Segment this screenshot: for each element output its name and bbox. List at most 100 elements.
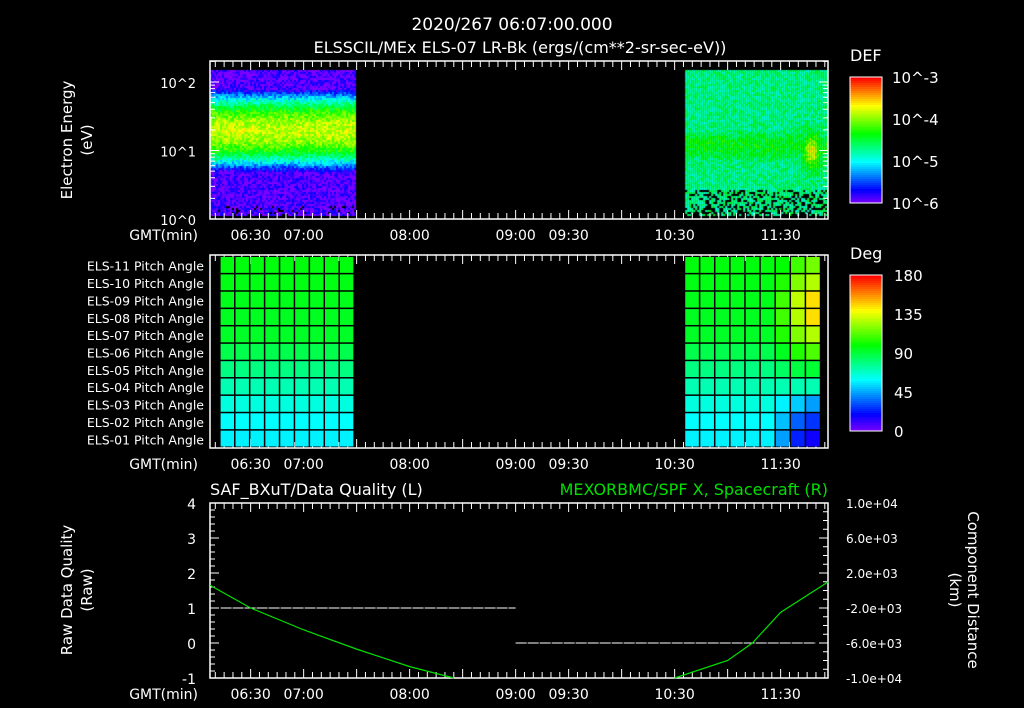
pitch-cell <box>280 309 294 325</box>
pitch-cell <box>730 361 745 378</box>
pitch-cell <box>715 395 730 412</box>
def-colorbar-title: DEF <box>850 46 882 65</box>
def-colorbar-segment <box>850 163 882 166</box>
pitch-cell <box>250 274 264 291</box>
pitch-cell <box>295 395 309 412</box>
pitch-row-label: ELS-10 Pitch Angle <box>87 276 204 291</box>
energy-axis-units: (eV) <box>78 124 96 155</box>
pitch-cell <box>250 361 264 378</box>
right-tick-label: -6.0e+03 <box>846 637 902 651</box>
pitch-colorbar-segment <box>850 293 882 296</box>
pitch-colorbar-segment <box>850 285 882 288</box>
pitch-cell <box>220 378 235 395</box>
pitch-cell <box>310 430 324 447</box>
pitch-cell <box>791 309 805 325</box>
pitch-colorbar-segment <box>850 381 882 384</box>
pitch-cell <box>715 291 730 308</box>
pitch-colorbar-segment <box>850 409 882 412</box>
pitch-cell <box>220 361 235 378</box>
time-tick-label: 09:00 <box>495 687 535 703</box>
pitch-cell <box>280 378 294 395</box>
pitch-cell <box>339 378 354 395</box>
pitch-cell <box>715 378 730 395</box>
pitch-cell <box>325 378 339 395</box>
pitch-row-label: ELS-01 Pitch Angle <box>87 432 204 447</box>
pitch-cell <box>775 430 790 447</box>
pitch-cell <box>730 257 745 273</box>
pitch-cell <box>791 361 805 378</box>
def-colorbar-segment <box>850 121 882 124</box>
plot-svg: 2020/267 06:07:00.000 ELSSCIL/MEx ELS-07… <box>58 15 982 703</box>
def-colorbar-segment <box>850 181 882 184</box>
pitch-colorbar-segment <box>850 307 882 310</box>
pitch-cell <box>310 413 324 430</box>
pitch-cell <box>745 309 760 325</box>
pitch-cell <box>220 274 235 291</box>
pitch-cell <box>325 395 339 412</box>
pitch-cell <box>806 430 820 447</box>
pitch-colorbar-segment <box>850 299 882 302</box>
def-colorbar-segment <box>850 143 882 146</box>
pitch-colorbar-tick: 0 <box>894 423 904 441</box>
pitch-cell <box>730 274 745 291</box>
right-tick-label: -1.0e+04 <box>846 672 902 686</box>
pitch-colorbar-segment <box>850 365 882 368</box>
def-colorbar-segment <box>850 139 882 142</box>
pitch-colorbar-segment <box>850 291 882 294</box>
pitch-cell <box>310 291 324 308</box>
pitch-colorbar-segment <box>850 351 882 354</box>
pitch-cell <box>325 309 339 325</box>
pitch-colorbar-segment <box>850 345 882 348</box>
pitch-colorbar-segment <box>850 303 882 306</box>
pitch-cell <box>791 326 805 343</box>
pitch-cell <box>775 395 790 412</box>
def-colorbar-segment <box>850 99 882 102</box>
def-colorbar-tick: 10^-6 <box>892 195 939 213</box>
pitch-colorbar-tick: 180 <box>894 267 923 285</box>
pitch-cell <box>265 257 279 273</box>
pitch-cell <box>791 343 805 360</box>
pitch-cell <box>775 343 790 360</box>
def-colorbar-segment <box>850 191 882 194</box>
def-colorbar-segment <box>850 161 882 164</box>
pitch-colorbar-segment <box>850 403 882 406</box>
pitch-colorbar-segment <box>850 359 882 362</box>
pitch-cell <box>235 309 249 325</box>
pitch-cell <box>235 430 249 447</box>
pitch-colorbar-segment <box>850 331 882 334</box>
pitch-cell <box>310 274 324 291</box>
def-colorbar-segment <box>850 187 882 190</box>
pitch-colorbar-segment <box>850 325 882 328</box>
pitch-colorbar-segment <box>850 283 882 286</box>
right-tick-label: 6.0e+03 <box>846 532 898 546</box>
def-colorbar-segment <box>850 149 882 152</box>
pitch-cell <box>325 430 339 447</box>
pitch-row-label: ELS-03 Pitch Angle <box>87 398 204 413</box>
pitch-cell <box>250 309 264 325</box>
pitch-cell <box>715 326 730 343</box>
pitch-colorbar-segment <box>850 329 882 332</box>
pitch-cell <box>280 430 294 447</box>
def-colorbar-segment <box>850 95 882 98</box>
pitch-colorbar-segment <box>850 405 882 408</box>
pitch-colorbar-segment <box>850 319 882 322</box>
def-colorbar-segment <box>850 157 882 160</box>
pitch-colorbar-segment <box>850 393 882 396</box>
pitch-colorbar-segment <box>850 399 882 402</box>
pitch-cell <box>760 257 775 273</box>
pitch-cell <box>791 413 805 430</box>
pitch-colorbar-segment <box>850 277 882 280</box>
pitch-colorbar-segment <box>850 371 882 374</box>
pitch-cell <box>265 309 279 325</box>
pitch-colorbar-segment <box>850 279 882 282</box>
pitch-cell <box>745 430 760 447</box>
pitch-cell <box>265 274 279 291</box>
def-colorbar-segment <box>850 117 882 120</box>
panel-frame <box>209 502 829 679</box>
pitch-colorbar-segment <box>850 361 882 364</box>
pitch-row-label: ELS-07 Pitch Angle <box>87 328 204 343</box>
pitch-colorbar-segment <box>850 333 882 336</box>
pitch-colorbar-segment <box>850 311 882 314</box>
pitch-colorbar-segment <box>850 419 882 422</box>
pitch-cell <box>235 257 249 273</box>
